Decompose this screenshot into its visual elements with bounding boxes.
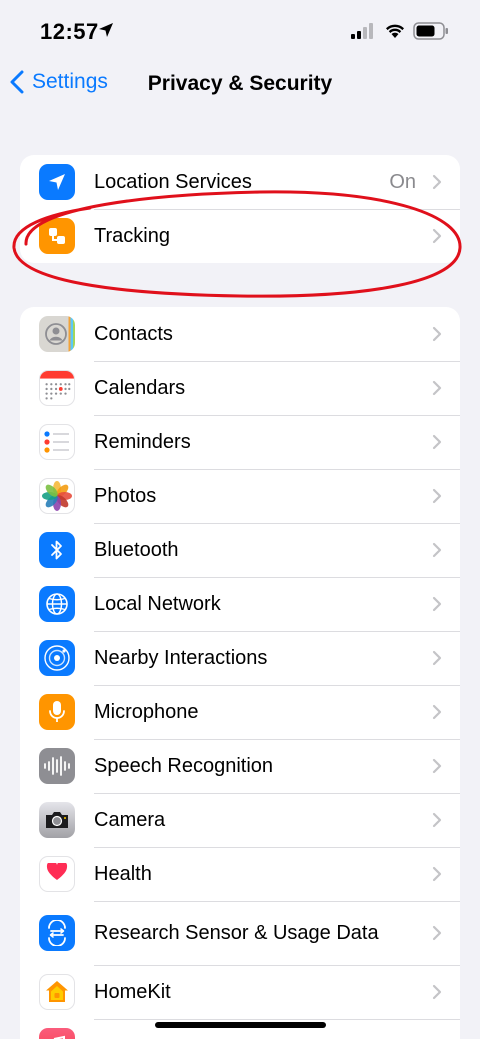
heart-icon [39, 856, 75, 892]
status-time: 12:57 [40, 19, 99, 44]
chevron-right-icon [432, 984, 442, 1000]
microphone-icon [39, 694, 75, 730]
contacts-icon [39, 316, 75, 352]
chevron-right-icon [432, 812, 442, 828]
reminders-label: Reminders [94, 430, 191, 453]
reminders-icon [39, 424, 75, 460]
calendars-row[interactable]: Calendars [20, 361, 460, 415]
chevron-right-icon [432, 925, 442, 941]
globe-icon [39, 586, 75, 622]
chevron-right-icon [432, 596, 442, 612]
camera-label: Camera [94, 808, 166, 831]
photos-label: Photos [94, 484, 157, 507]
homekit-row[interactable]: HomeKit [20, 965, 460, 1019]
location-tracking-group: Location Services On Tracking [20, 155, 460, 263]
homekit-label: HomeKit [94, 980, 171, 1003]
camera-icon [39, 802, 75, 838]
bluetooth-icon [39, 532, 75, 568]
tracking-row[interactable]: Tracking [20, 209, 460, 263]
chevron-right-icon [432, 704, 442, 720]
health-row[interactable]: Health [20, 847, 460, 901]
tracking-icon [39, 218, 75, 254]
research-sensor-label: Research Sensor & Usage Data [94, 921, 379, 944]
local-network-label: Local Network [94, 592, 221, 615]
research-sensor-row[interactable]: Research Sensor & Usage Data [20, 901, 460, 965]
location-arrow-icon [99, 23, 113, 37]
contacts-row[interactable]: Contacts [20, 307, 460, 361]
battery-icon [413, 22, 448, 40]
music-icon [39, 1028, 75, 1039]
nearby-icon [39, 640, 75, 676]
camera-row[interactable]: Camera [20, 793, 460, 847]
research-icon [39, 915, 75, 951]
chevron-right-icon [432, 542, 442, 558]
status-bar: 12:57 [0, 0, 480, 62]
cellular-signal-icon [351, 23, 373, 39]
chevron-right-icon [432, 758, 442, 774]
chevron-right-icon [432, 380, 442, 396]
reminders-row[interactable]: Reminders [20, 415, 460, 469]
chevron-right-icon [432, 174, 442, 190]
contacts-label: Contacts [94, 322, 173, 345]
calendars-label: Calendars [94, 376, 186, 399]
photos-icon [39, 478, 75, 514]
location-services-label: Location Services [94, 170, 252, 193]
page-title: Privacy & Security [147, 72, 333, 95]
home-icon [39, 974, 75, 1010]
chevron-right-icon [432, 866, 442, 882]
location-services-row[interactable]: Location Services On [20, 155, 460, 209]
bluetooth-row[interactable]: Bluetooth [20, 523, 460, 577]
location-services-value: On [389, 170, 416, 193]
wifi-icon [386, 24, 404, 38]
navigation-bar: Settings Privacy & Security [0, 62, 480, 110]
health-label: Health [94, 862, 152, 885]
chevron-right-icon [432, 228, 442, 244]
chevron-right-icon [432, 488, 442, 504]
microphone-label: Microphone [94, 700, 199, 723]
waveform-icon [39, 748, 75, 784]
local-network-row[interactable]: Local Network [20, 577, 460, 631]
speech-recognition-label: Speech Recognition [94, 754, 274, 777]
nearby-interactions-label: Nearby Interactions [94, 646, 268, 669]
permissions-group: Contacts Calendars Reminders Photos Blue… [20, 307, 460, 1039]
calendar-icon [39, 370, 75, 406]
microphone-row[interactable]: Microphone [20, 685, 460, 739]
chevron-right-icon [432, 650, 442, 666]
nearby-interactions-row[interactable]: Nearby Interactions [20, 631, 460, 685]
chevron-right-icon [432, 326, 442, 342]
photos-row[interactable]: Photos [20, 469, 460, 523]
home-indicator [155, 1022, 326, 1028]
speech-recognition-row[interactable]: Speech Recognition [20, 739, 460, 793]
location-icon [39, 164, 75, 200]
tracking-label: Tracking [94, 224, 170, 247]
bluetooth-label: Bluetooth [94, 538, 179, 561]
chevron-right-icon [432, 434, 442, 450]
